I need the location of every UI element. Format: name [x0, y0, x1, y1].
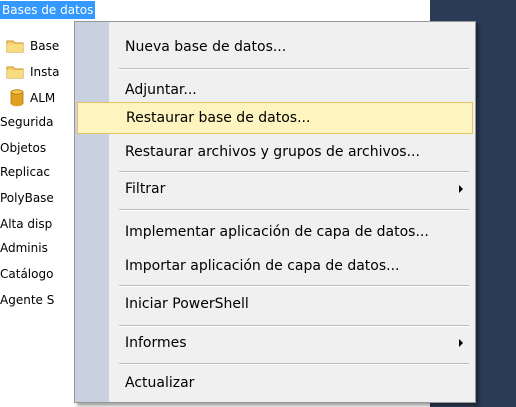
- tree-node-label: Replicac: [0, 165, 51, 179]
- tree-node-label: Objetos: [0, 141, 47, 155]
- menu-item-label: Importar aplicación de capa de datos...: [125, 258, 400, 274]
- tree-node-child[interactable]: ALM: [6, 88, 55, 108]
- tree-node-high-availability[interactable]: Alta disp: [0, 214, 52, 234]
- tree-node-management[interactable]: Adminis: [0, 238, 48, 258]
- menu-item-label: Implementar aplicación de capa de datos.…: [125, 224, 429, 240]
- tree-node-label: Insta: [30, 65, 60, 79]
- menu-item-deploy-data-tier-app[interactable]: Implementar aplicación de capa de datos.…: [77, 216, 473, 248]
- menu-item-import-data-tier-app[interactable]: Importar aplicación de capa de datos...: [77, 250, 473, 282]
- menu-item-label: Restaurar archivos y grupos de archivos.…: [125, 144, 420, 160]
- folder-icon: [6, 65, 24, 79]
- tree-node-label: ALM: [30, 91, 56, 105]
- tree-node-replication[interactable]: Replicac: [0, 162, 50, 182]
- tree-node-label: PolyBase: [0, 191, 54, 205]
- menu-item-filter[interactable]: Filtrar: [77, 173, 473, 205]
- context-menu: Nueva base de datos... Adjuntar... Resta…: [74, 21, 476, 403]
- tree-node-security[interactable]: Segurida: [0, 112, 53, 132]
- menu-separator: [119, 363, 469, 365]
- tree-node-objects[interactable]: Objetos: [0, 138, 46, 158]
- tree-node-label: Adminis: [0, 241, 48, 255]
- tree-node-child[interactable]: Insta: [6, 62, 59, 82]
- tree-node-databases-label: Bases de datos: [0, 1, 96, 19]
- tree-node-label: Catálogo: [0, 267, 54, 281]
- tree-node-databases[interactable]: Bases de datos: [0, 0, 96, 20]
- tree-node-catalog[interactable]: Catálogo: [0, 264, 53, 284]
- menu-item-label: Restaurar base de datos...: [126, 110, 311, 126]
- menu-item-label: Actualizar: [125, 375, 195, 391]
- tree-node-label: Base: [30, 39, 60, 53]
- tree-node-polybase[interactable]: PolyBase: [0, 188, 54, 208]
- menu-separator: [119, 68, 469, 70]
- menu-item-label: Filtrar: [125, 181, 166, 197]
- menu-item-label: Nueva base de datos...: [125, 39, 287, 55]
- tree-node-child[interactable]: Base: [6, 36, 59, 56]
- menu-item-restore-files[interactable]: Restaurar archivos y grupos de archivos.…: [77, 136, 473, 168]
- tree-node-label: Segurida: [0, 115, 54, 129]
- menu-item-refresh[interactable]: Actualizar: [77, 367, 473, 399]
- menu-separator: [119, 209, 469, 211]
- submenu-arrow-icon: [459, 185, 463, 193]
- menu-item-new-database[interactable]: Nueva base de datos...: [77, 31, 473, 63]
- menu-item-reports[interactable]: Informes: [77, 327, 473, 359]
- tree-node-label: Alta disp: [0, 217, 53, 231]
- menu-separator: [119, 285, 469, 287]
- menu-item-label: Iniciar PowerShell: [125, 296, 249, 312]
- tree-node-agent[interactable]: Agente S: [0, 290, 54, 310]
- folder-icon: [6, 39, 24, 53]
- menu-item-label: Adjuntar...: [125, 82, 197, 98]
- submenu-arrow-icon: [459, 339, 463, 347]
- database-icon: [10, 89, 24, 107]
- tree-node-label: Agente S: [0, 293, 55, 307]
- menu-item-label: Informes: [125, 335, 187, 351]
- menu-item-start-powershell[interactable]: Iniciar PowerShell: [77, 288, 473, 320]
- menu-item-restore-database[interactable]: Restaurar base de datos...: [77, 102, 473, 134]
